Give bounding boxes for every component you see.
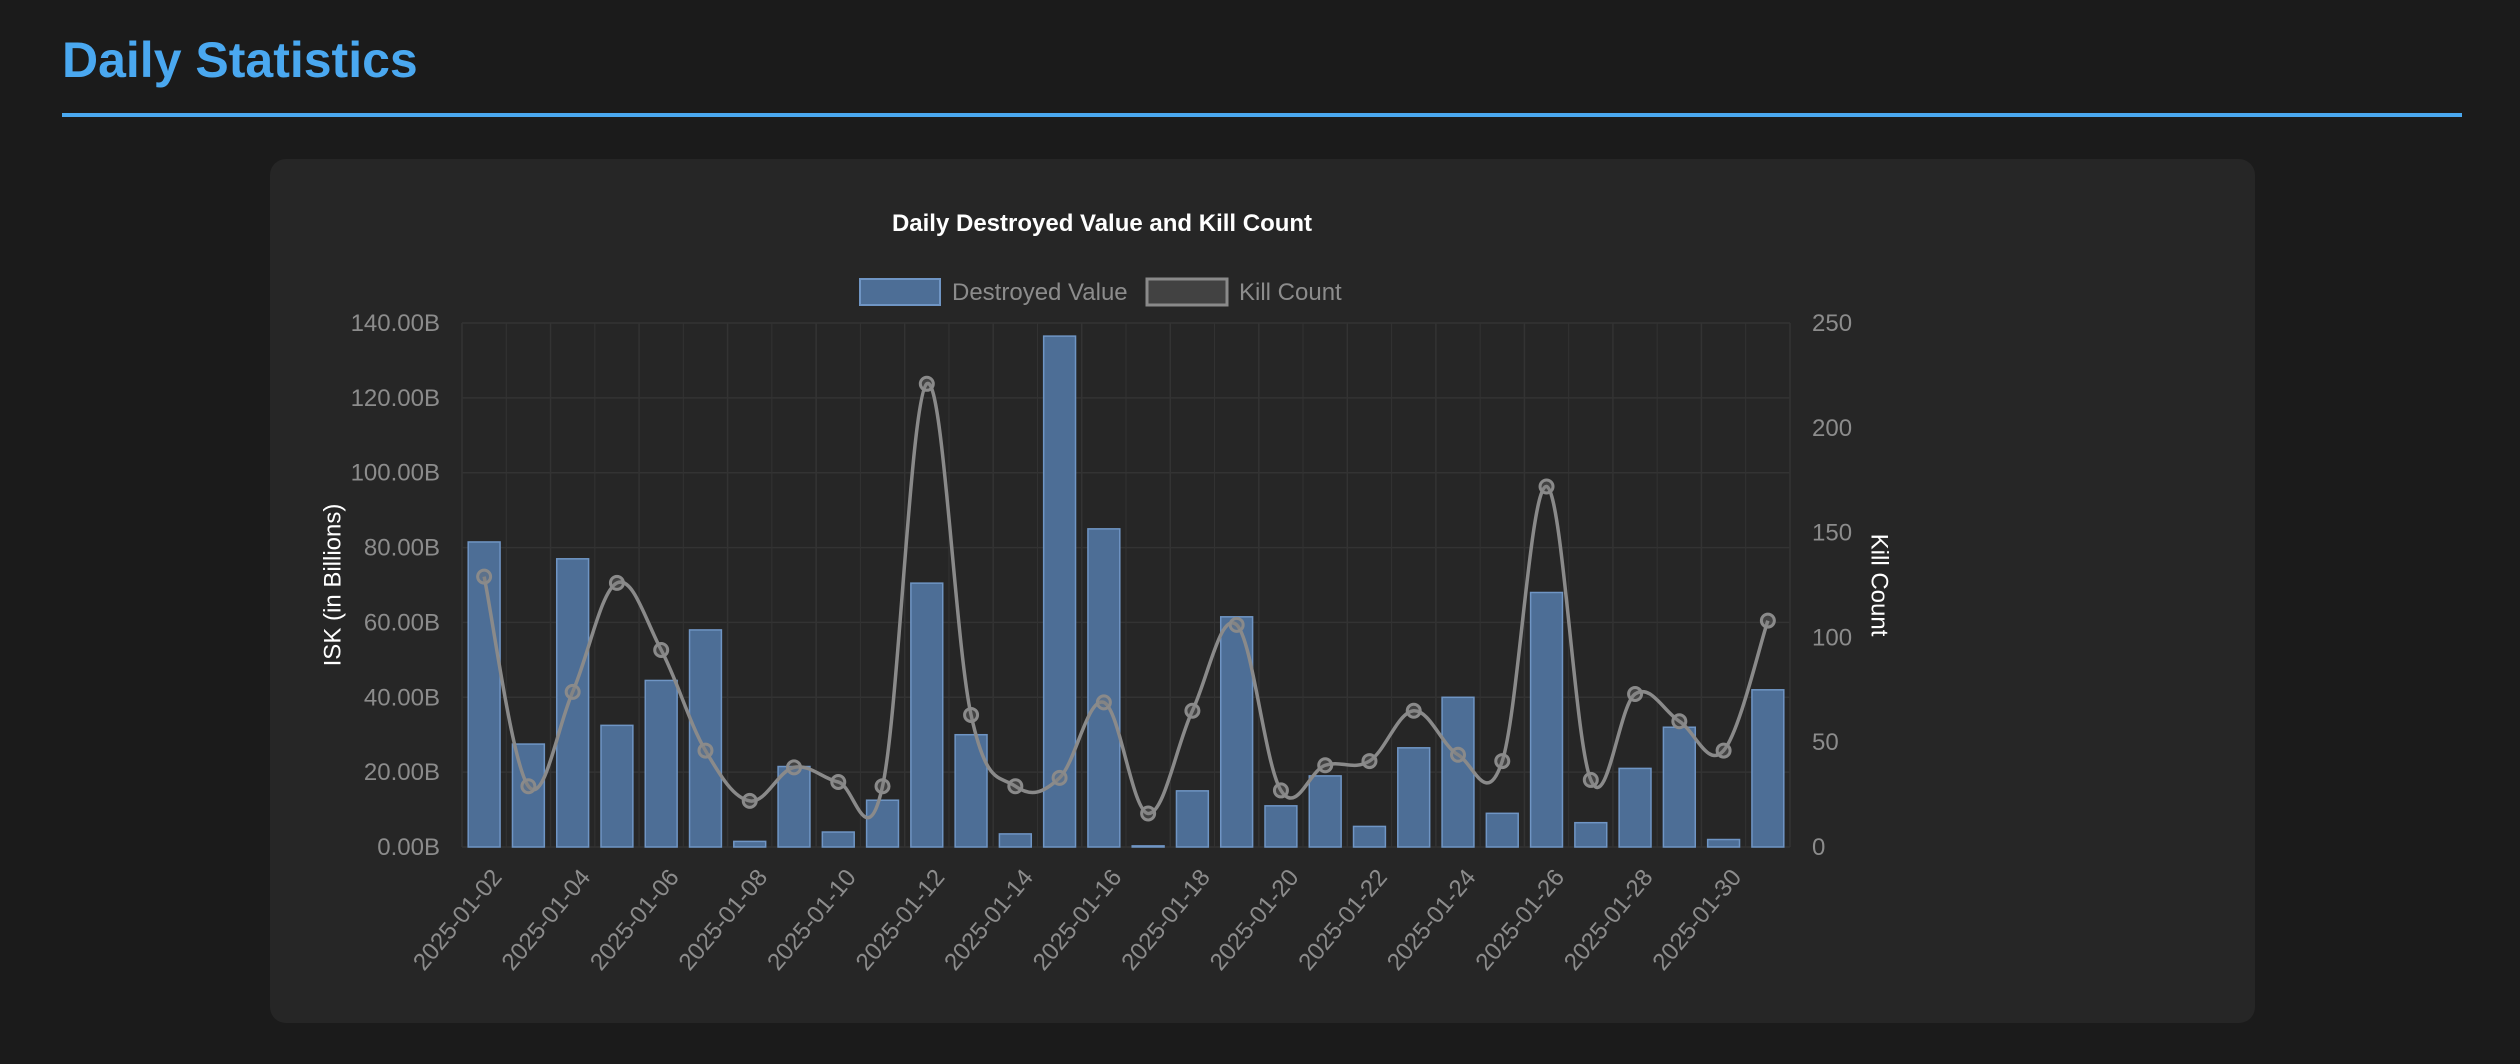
point-kill-count: [963, 706, 980, 723]
point-kill-count: [1007, 778, 1024, 795]
page-header: Daily Statistics: [62, 28, 2462, 92]
point-kill-count: [918, 375, 935, 392]
bar-destroyed-value: [1485, 812, 1519, 848]
bar-destroyed-value: [688, 629, 723, 848]
x-tick-label: 2025-01-26: [1470, 864, 1570, 975]
bar-destroyed-value: [1574, 821, 1608, 848]
bar-destroyed-value: [1441, 696, 1475, 848]
point-kill-count: [653, 641, 670, 658]
point-kill-count: [1140, 805, 1157, 822]
x-tick-label: 2025-01-20: [1205, 864, 1305, 975]
title-divider: [62, 113, 2462, 117]
daily-stats-chart: 0.00B 20.00B 40.00B 60.00B 80.00B 100.00B 120.…: [319, 210, 1893, 976]
bar-destroyed-value: [1618, 767, 1652, 848]
y-left-tick-label: 120.00B: [351, 385, 440, 412]
bar-destroyed-value: [1175, 790, 1210, 848]
point-kill-count: [1582, 771, 1599, 788]
bar-destroyed-value: [865, 799, 900, 848]
bar-destroyed-value: [1706, 838, 1741, 848]
x-tick-label: 2025-01-16: [1028, 864, 1128, 975]
x-tick-label: 2025-01-28: [1559, 864, 1659, 975]
point-kill-count: [1627, 685, 1644, 702]
y-left-tick-label: 140.00B: [351, 310, 440, 337]
bar-destroyed-value: [733, 840, 767, 848]
x-tick-label: 2025-01-12: [851, 864, 951, 975]
x-tick-label: 2025-01-02: [408, 864, 508, 975]
bar-destroyed-value: [777, 765, 811, 848]
legend-swatch-kill-count: [1145, 277, 1229, 307]
bar-destroyed-value: [555, 558, 590, 848]
point-kill-count: [1272, 782, 1289, 799]
y-left-tick-label: 100.00B: [351, 460, 440, 487]
point-kill-count: [1671, 713, 1688, 730]
x-tick-label: 2025-01-18: [1116, 864, 1216, 975]
x-tick-label: 2025-01-22: [1293, 864, 1393, 975]
y-right-tick-label: 50: [1812, 729, 1839, 756]
point-kill-count: [1450, 746, 1466, 763]
x-tick-label: 2025-01-06: [585, 864, 685, 975]
point-kill-count: [1228, 616, 1245, 633]
bar-destroyed-value: [1352, 825, 1387, 848]
point-kill-count: [1051, 769, 1068, 786]
x-tick-label: 2025-01-10: [762, 864, 862, 975]
point-kill-count: [1184, 702, 1201, 719]
point-kill-count: [1759, 612, 1776, 629]
chart-card: 0.00B 20.00B 40.00B 60.00B 80.00B 100.00B 120.…: [270, 159, 2255, 1023]
y-right-tick-label: 150: [1812, 520, 1852, 547]
y-right-axis-title: Kill Count: [1866, 534, 1893, 637]
y-right-tick-label: 250: [1812, 310, 1852, 337]
point-kill-count: [520, 778, 537, 795]
y-left-tick-label: 20.00B: [364, 759, 440, 786]
legend-layer: Destroyed Value Kill Count: [859, 277, 1342, 307]
bar-destroyed-value: [467, 541, 501, 848]
bar-destroyed-value: [1662, 726, 1697, 848]
x-tick-label: 2025-01-30: [1647, 864, 1747, 975]
point-kill-count: [608, 574, 625, 591]
bar-destroyed-value: [910, 582, 944, 848]
y-left-axis-title: ISK (in Billions): [319, 504, 346, 667]
legend-swatch-destroyed-value: [859, 278, 941, 306]
page-title: Daily Statistics: [62, 32, 418, 88]
point-kill-count: [741, 792, 758, 809]
y-right-tick-label: 100: [1812, 624, 1852, 651]
bar-destroyed-value: [1131, 845, 1165, 848]
chart-title: Daily Destroyed Value and Kill Count: [892, 210, 1312, 237]
x-tick-label: 2025-01-04: [497, 864, 597, 975]
point-kill-count: [874, 778, 891, 795]
point-kill-count: [1405, 702, 1422, 719]
bar-destroyed-value: [1264, 805, 1298, 848]
bar-destroyed-value: [998, 833, 1033, 848]
x-tick-label: 2025-01-08: [674, 864, 774, 975]
bar-destroyed-value: [821, 831, 855, 848]
point-kill-count: [1715, 742, 1732, 759]
y-left-tick-label: 0.00B: [377, 834, 440, 861]
point-kill-count: [1317, 757, 1334, 774]
y-right-tick-label: 200: [1812, 415, 1852, 442]
y-left-tick-label: 40.00B: [364, 684, 440, 711]
bar-destroyed-value: [1751, 689, 1785, 848]
point-kill-count: [476, 568, 493, 585]
bar-destroyed-value: [1397, 747, 1431, 848]
x-tick-label: 2025-01-14: [939, 864, 1039, 975]
point-kill-count: [830, 774, 847, 791]
bar-destroyed-value: [1529, 591, 1564, 848]
point-kill-count: [1494, 753, 1511, 770]
y-right-tick-label: 0: [1812, 834, 1825, 861]
legend-label-kill-count: Kill Count: [1239, 279, 1342, 306]
y-left-tick-label: 80.00B: [364, 535, 440, 562]
point-kill-count: [1361, 753, 1378, 770]
point-kill-count: [1538, 478, 1555, 495]
bar-destroyed-value: [1308, 775, 1342, 848]
bar-destroyed-value: [600, 724, 634, 848]
bar-destroyed-value: [1087, 528, 1121, 848]
point-kill-count: [564, 683, 581, 700]
y-left-tick-label: 60.00B: [364, 609, 440, 636]
legend-label-destroyed-value: Destroyed Value: [952, 279, 1128, 306]
point-kill-count: [786, 759, 802, 776]
bar-destroyed-value: [644, 679, 678, 848]
point-kill-count: [697, 742, 714, 759]
point-kill-count: [1095, 694, 1112, 711]
x-tick-label: 2025-01-24: [1382, 864, 1482, 975]
